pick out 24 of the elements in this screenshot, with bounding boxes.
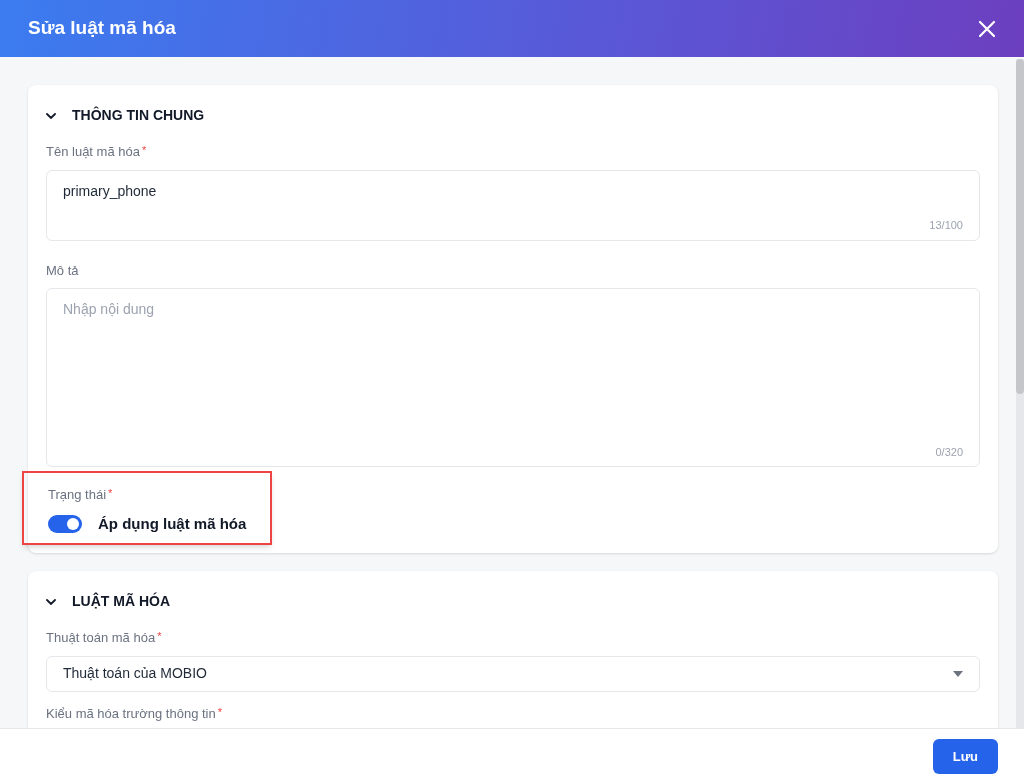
toggle-label: Áp dụng luật mã hóa bbox=[98, 513, 247, 534]
toggle-switch[interactable] bbox=[48, 514, 82, 533]
chevron-icon bbox=[46, 112, 56, 119]
field-label: Trạng thái bbox=[48, 486, 107, 504]
field-label: Thuật toán mã hóa bbox=[46, 629, 156, 647]
field-label: Mô tả bbox=[46, 261, 79, 280]
character-counter: 13/100 bbox=[929, 218, 963, 233]
select-field[interactable]: Thuật toán của MOBIO bbox=[46, 655, 980, 692]
dialog-title: Sửa luật mã hóa bbox=[28, 16, 176, 41]
caret-icon bbox=[953, 670, 963, 677]
field-label: Tên luật mã hóa bbox=[46, 143, 140, 161]
required-mark: * bbox=[217, 704, 222, 720]
required-mark: * bbox=[157, 629, 162, 644]
save-button[interactable]: Lưu bbox=[932, 739, 998, 774]
field-label: Kiểu mã hóa trường thông tin bbox=[46, 704, 216, 723]
required-mark: * bbox=[141, 143, 147, 158]
required-mark: * bbox=[108, 486, 113, 501]
section-header[interactable]: LUẬT MÃ HÓA bbox=[46, 591, 170, 612]
input-field[interactable]: primary_phone 13/100 bbox=[46, 169, 980, 241]
scrollbar[interactable] bbox=[1016, 59, 1024, 728]
chevron-icon bbox=[46, 598, 56, 605]
close-icon[interactable] bbox=[978, 19, 996, 38]
character-counter: 0/320 bbox=[935, 444, 963, 460]
section-header[interactable]: THÔNG TIN CHUNG bbox=[46, 105, 205, 126]
